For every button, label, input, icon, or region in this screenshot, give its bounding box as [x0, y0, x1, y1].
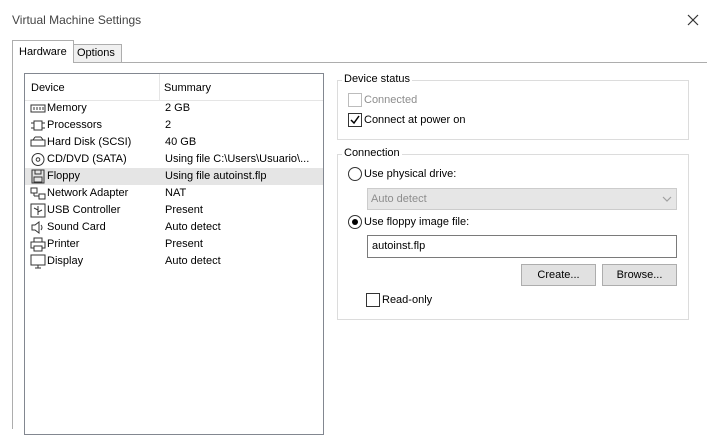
network-adapter-icon — [30, 187, 46, 200]
device-row-memory[interactable]: Memory 2 GB — [25, 100, 323, 117]
use-physical-drive-radio[interactable] — [348, 167, 362, 181]
device-row-hard-disk[interactable]: Hard Disk (SCSI) 40 GB — [25, 134, 323, 151]
read-only-label: Read-only — [382, 294, 433, 306]
connection-title: Connection — [342, 147, 402, 159]
display-icon — [30, 254, 46, 269]
device-summary: Present — [165, 204, 203, 216]
browse-button[interactable]: Browse... — [602, 264, 677, 286]
device-summary: Auto detect — [165, 255, 221, 267]
floppy-image-file-value: autoinst.flp — [372, 240, 426, 252]
device-name: Sound Card — [47, 221, 106, 233]
device-status-group — [337, 80, 689, 140]
radio-selected-dot — [352, 219, 358, 225]
column-separator[interactable] — [159, 74, 160, 100]
usb-icon — [30, 203, 46, 218]
device-name: CD/DVD (SATA) — [47, 153, 127, 165]
floppy-icon — [31, 169, 45, 184]
read-only-checkbox[interactable] — [366, 293, 380, 307]
cd-dvd-icon — [31, 153, 45, 166]
device-summary: Using file autoinst.flp — [165, 170, 267, 182]
device-name: Memory — [47, 102, 87, 114]
tab-hardware[interactable]: Hardware — [12, 40, 74, 63]
chevron-down-icon — [662, 196, 672, 202]
title-bar: Virtual Machine Settings — [0, 0, 707, 40]
device-list-header: Device Summary — [25, 74, 323, 101]
device-row-display[interactable]: Display Auto detect — [25, 253, 323, 270]
connect-at-power-on-checkbox[interactable] — [348, 113, 362, 127]
floppy-image-file-input[interactable]: autoinst.flp — [367, 235, 677, 258]
hard-disk-icon — [30, 136, 46, 147]
memory-icon — [30, 104, 46, 113]
check-mark-icon — [350, 115, 360, 125]
tab-hardware-label: Hardware — [19, 46, 67, 58]
device-row-floppy[interactable]: Floppy Using file autoinst.flp — [25, 168, 323, 185]
create-button[interactable]: Create... — [521, 264, 596, 286]
device-name: Printer — [47, 238, 80, 250]
close-button[interactable] — [682, 9, 704, 31]
device-name: Floppy — [47, 170, 81, 182]
device-summary: Using file C:\Users\Usuario\... — [165, 153, 310, 165]
tab-options-label: Options — [77, 47, 115, 59]
connected-label: Connected — [364, 94, 418, 106]
device-summary: NAT — [165, 187, 187, 199]
printer-icon — [30, 237, 46, 252]
column-header-device[interactable]: Device — [31, 82, 65, 94]
device-status-title: Device status — [342, 73, 413, 85]
use-physical-drive-label: Use physical drive: — [364, 168, 457, 180]
device-summary: 2 — [165, 119, 172, 131]
device-summary: Auto detect — [165, 221, 221, 233]
device-row-cd-dvd[interactable]: CD/DVD (SATA) Using file C:\Users\Usuari… — [25, 151, 323, 168]
use-floppy-image-radio[interactable] — [348, 215, 362, 229]
device-row-network-adapter[interactable]: Network Adapter NAT — [25, 185, 323, 202]
connect-at-power-on-label: Connect at power on — [364, 114, 466, 126]
device-summary: 40 GB — [165, 136, 197, 148]
window-title: Virtual Machine Settings — [12, 13, 142, 27]
device-name: Processors — [47, 119, 103, 131]
use-floppy-image-label: Use floppy image file: — [364, 216, 470, 228]
device-list[interactable]: Device Summary Memory 2 GB Processors 2 … — [24, 73, 324, 435]
device-name: Display — [47, 255, 84, 267]
processor-icon — [31, 120, 45, 131]
device-name: Hard Disk (SCSI) — [47, 136, 132, 148]
close-icon — [687, 14, 699, 26]
device-row-processors[interactable]: Processors 2 — [25, 117, 323, 134]
tab-strip: Hardware Options — [0, 40, 707, 63]
connected-checkbox[interactable] — [348, 93, 362, 107]
device-name: USB Controller — [47, 204, 121, 216]
device-summary: Present — [165, 238, 203, 250]
tab-options[interactable]: Options — [70, 44, 122, 62]
device-row-usb-controller[interactable]: USB Controller Present — [25, 202, 323, 219]
physical-drive-select-value: Auto detect — [371, 193, 427, 205]
device-name: Network Adapter — [47, 187, 129, 199]
device-row-printer[interactable]: Printer Present — [25, 236, 323, 253]
device-row-sound-card[interactable]: Sound Card Auto detect — [25, 219, 323, 236]
device-summary: 2 GB — [165, 102, 191, 114]
physical-drive-select[interactable]: Auto detect — [367, 188, 677, 210]
sound-card-icon — [31, 221, 43, 234]
column-header-summary[interactable]: Summary — [164, 82, 211, 94]
